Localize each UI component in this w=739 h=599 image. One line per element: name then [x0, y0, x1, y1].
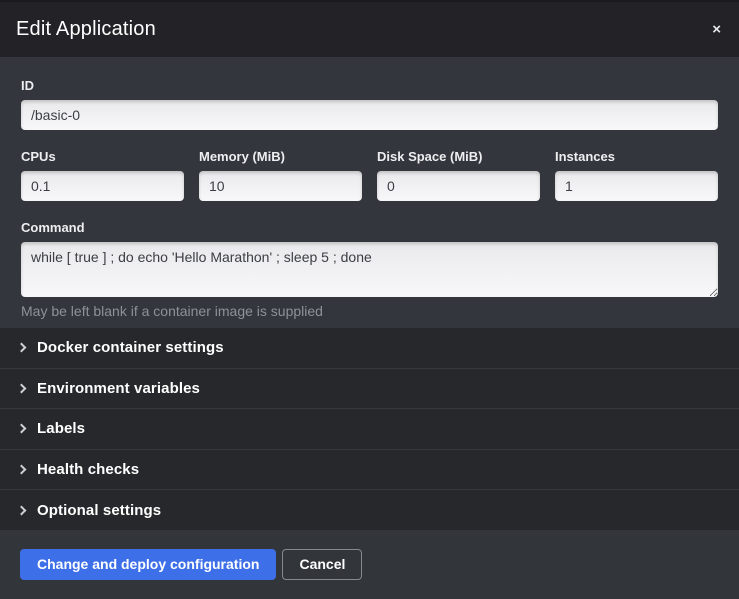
edit-application-modal: Edit Application × ID CPUs Memory (MiB) …: [0, 0, 739, 599]
cpus-field-group: CPUs: [21, 149, 184, 201]
command-field-group: Command while [ true ] ; do echo 'Hello …: [21, 220, 718, 319]
memory-field-group: Memory (MiB): [199, 149, 362, 201]
instances-label: Instances: [555, 149, 718, 164]
disk-input[interactable]: [377, 171, 540, 201]
modal-footer: Change and deploy configuration Cancel: [0, 530, 739, 599]
cpus-input[interactable]: [21, 171, 184, 201]
chevron-right-icon: [17, 465, 27, 475]
section-label: Optional settings: [37, 502, 161, 519]
chevron-right-icon: [17, 424, 27, 434]
collapsible-sections: Docker container settings Environment va…: [0, 328, 739, 530]
chevron-right-icon: [17, 343, 27, 353]
cpus-label: CPUs: [21, 149, 184, 164]
command-textarea[interactable]: while [ true ] ; do echo 'Hello Marathon…: [21, 242, 718, 297]
id-label: ID: [21, 78, 718, 93]
modal-title: Edit Application: [16, 18, 156, 41]
change-and-deploy-button[interactable]: Change and deploy configuration: [20, 549, 276, 580]
section-docker-container-settings[interactable]: Docker container settings: [0, 328, 739, 369]
disk-field-group: Disk Space (MiB): [377, 149, 540, 201]
instances-field-group: Instances: [555, 149, 718, 201]
id-field-group: ID: [21, 78, 718, 130]
command-label: Command: [21, 220, 718, 235]
memory-label: Memory (MiB): [199, 149, 362, 164]
section-labels[interactable]: Labels: [0, 409, 739, 450]
chevron-right-icon: [17, 505, 27, 515]
disk-label: Disk Space (MiB): [377, 149, 540, 164]
modal-header: Edit Application ×: [0, 0, 739, 57]
edit-application-form: ID CPUs Memory (MiB) Disk Space (MiB) In…: [0, 57, 739, 328]
resources-row: CPUs Memory (MiB) Disk Space (MiB) Insta…: [21, 149, 718, 201]
memory-input[interactable]: [199, 171, 362, 201]
section-environment-variables[interactable]: Environment variables: [0, 369, 739, 410]
cancel-button[interactable]: Cancel: [282, 549, 362, 580]
section-health-checks[interactable]: Health checks: [0, 450, 739, 491]
instances-input[interactable]: [555, 171, 718, 201]
section-optional-settings[interactable]: Optional settings: [0, 490, 739, 530]
close-icon[interactable]: ×: [710, 18, 723, 41]
id-input[interactable]: [21, 100, 718, 130]
section-label: Docker container settings: [37, 339, 224, 356]
command-help-text: May be left blank if a container image i…: [21, 303, 718, 319]
section-label: Labels: [37, 420, 85, 437]
chevron-right-icon: [17, 383, 27, 393]
section-label: Health checks: [37, 461, 139, 478]
section-label: Environment variables: [37, 380, 200, 397]
